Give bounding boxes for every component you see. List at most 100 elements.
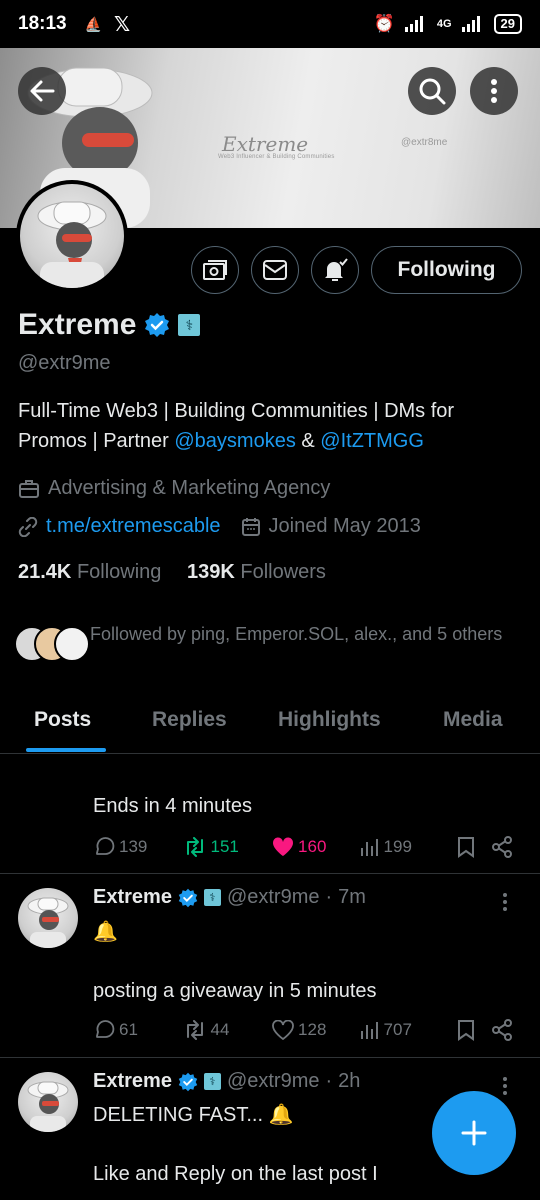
subscribe-button[interactable]	[191, 246, 239, 294]
profile-category: Advertising & Marketing Agency	[18, 477, 330, 500]
compose-post-button[interactable]	[432, 1091, 516, 1175]
message-button[interactable]	[251, 246, 299, 294]
post-2-more-button[interactable]	[502, 892, 508, 912]
briefcase-icon	[19, 479, 39, 498]
views-button[interactable]: 199	[360, 837, 457, 857]
signal-icon	[404, 16, 427, 32]
repost-button[interactable]: 44	[183, 1020, 273, 1040]
post-author-name[interactable]: Extreme	[93, 1070, 172, 1093]
mail-icon	[263, 260, 287, 280]
heart-filled-icon	[273, 837, 294, 856]
follow-counts: 21.4K Following 139K Followers	[18, 561, 326, 584]
verified-badge-icon	[178, 888, 198, 907]
bio-mention-itztmgg[interactable]: @ItZTMGG	[320, 430, 424, 452]
reply-count: 61	[119, 1020, 138, 1039]
share-button[interactable]	[491, 836, 513, 858]
network-type: 4G	[436, 18, 452, 30]
calendar-icon	[241, 517, 260, 536]
profile-website-row: t.me/extremescable Joined May 2013	[18, 515, 421, 538]
post-3-line-1: DELETING FAST... 🔔	[93, 1104, 294, 1126]
share-icon	[492, 1019, 513, 1041]
post-divider	[0, 1057, 540, 1058]
profile-avatar[interactable]	[16, 180, 128, 292]
post-divider	[0, 873, 540, 874]
boat-icon: ⛵	[84, 15, 103, 32]
profile-name-row: Extreme ⚕	[18, 308, 201, 342]
search-button[interactable]	[408, 67, 456, 115]
tab-posts[interactable]: Posts	[34, 708, 91, 732]
like-button[interactable]: 160	[272, 837, 360, 857]
post-3-header: Extreme ⚕ @extr9me · 2h	[93, 1070, 360, 1093]
reply-icon	[96, 1020, 115, 1038]
alarm-icon: ⏰	[373, 14, 395, 33]
arrow-left-icon	[30, 80, 55, 102]
post-timestamp: 2h	[338, 1070, 361, 1092]
like-count: 160	[298, 837, 327, 856]
followers-label: Followers	[240, 561, 326, 583]
bio-separator: &	[295, 430, 321, 452]
verified-badge-icon[interactable]	[144, 312, 170, 338]
followers-count: 139K	[186, 561, 235, 583]
reply-count: 139	[119, 837, 148, 856]
views-button[interactable]: 707	[360, 1020, 457, 1040]
affiliate-badge-icon: ⚕	[203, 1073, 221, 1090]
more-vertical-icon	[503, 893, 507, 911]
more-options-button[interactable]	[470, 67, 518, 115]
repost-icon	[186, 1020, 203, 1040]
following-count-link[interactable]: 21.4K Following	[18, 561, 161, 583]
plus-icon	[461, 1120, 487, 1146]
bookmark-icon	[458, 837, 475, 858]
tab-highlights[interactable]: Highlights	[278, 708, 381, 732]
like-button[interactable]: 128	[272, 1020, 360, 1040]
following-button[interactable]: Following	[371, 246, 522, 294]
post-author-name[interactable]: Extreme	[93, 886, 172, 909]
following-label: Following	[76, 561, 162, 583]
tab-replies[interactable]: Replies	[152, 708, 227, 732]
profile-name: Extreme	[18, 308, 137, 341]
views-count: 707	[383, 1020, 412, 1039]
reply-button[interactable]: 61	[93, 1019, 183, 1041]
tab-media[interactable]: Media	[443, 708, 503, 732]
repost-count: 151	[210, 837, 239, 856]
profile-tabs: Posts Replies Highlights Media	[0, 694, 540, 754]
post-author-handle[interactable]: @extr9me	[227, 886, 320, 909]
back-button[interactable]	[18, 67, 66, 115]
post-timestamp: 7m	[338, 886, 366, 908]
post-2-line-2: posting a giveaway in 5 minutes	[93, 980, 377, 1002]
website-link[interactable]: t.me/extremescable	[46, 515, 221, 538]
avatar-image	[37, 201, 107, 288]
post-3-avatar[interactable]	[18, 1072, 78, 1132]
banner-handle-text: @extr8me	[401, 137, 448, 148]
affiliate-badge-icon: ⚕	[203, 889, 221, 906]
avatar-image	[27, 897, 69, 948]
bookmark-button[interactable]	[457, 836, 475, 858]
followers-count-link[interactable]: 139K Followers	[187, 561, 326, 583]
like-count: 128	[298, 1020, 327, 1039]
signal-icon-2	[461, 16, 484, 32]
bio-mention-baysmokes[interactable]: @baysmokes	[174, 430, 295, 452]
banner-logo-text: Extreme	[222, 132, 309, 156]
views-count: 199	[383, 837, 412, 856]
post-author-handle[interactable]: @extr9me	[227, 1070, 320, 1093]
share-icon	[492, 836, 513, 858]
more-vertical-icon	[503, 1077, 507, 1095]
notifications-button[interactable]	[311, 246, 359, 294]
followers-you-know-avatars[interactable]	[14, 624, 90, 664]
follower-avatar-3	[54, 626, 90, 662]
bookmark-icon	[458, 1020, 475, 1041]
post-2-actions: 61 44 128 707	[93, 1019, 513, 1041]
x-logo-icon: 𝕏	[114, 13, 131, 36]
profile-bio: Full-Time Web3 | Building Communities | …	[18, 396, 518, 456]
followed-by-text[interactable]: Followed by ping, Emperor.SOL, alex., an…	[90, 621, 510, 647]
share-button[interactable]	[491, 1019, 513, 1041]
reply-button[interactable]: 139	[93, 836, 183, 858]
post-2-avatar[interactable]	[18, 888, 78, 948]
affiliate-badge-icon[interactable]: ⚕	[178, 314, 201, 336]
battery-indicator: 29	[493, 14, 522, 34]
profile-handle: @extr9me	[18, 352, 111, 374]
repost-button[interactable]: 151	[183, 837, 273, 857]
bookmark-button[interactable]	[457, 1019, 475, 1041]
reply-icon	[96, 837, 115, 855]
post-3-more-button[interactable]	[502, 1076, 508, 1096]
active-tab-indicator	[26, 748, 106, 752]
